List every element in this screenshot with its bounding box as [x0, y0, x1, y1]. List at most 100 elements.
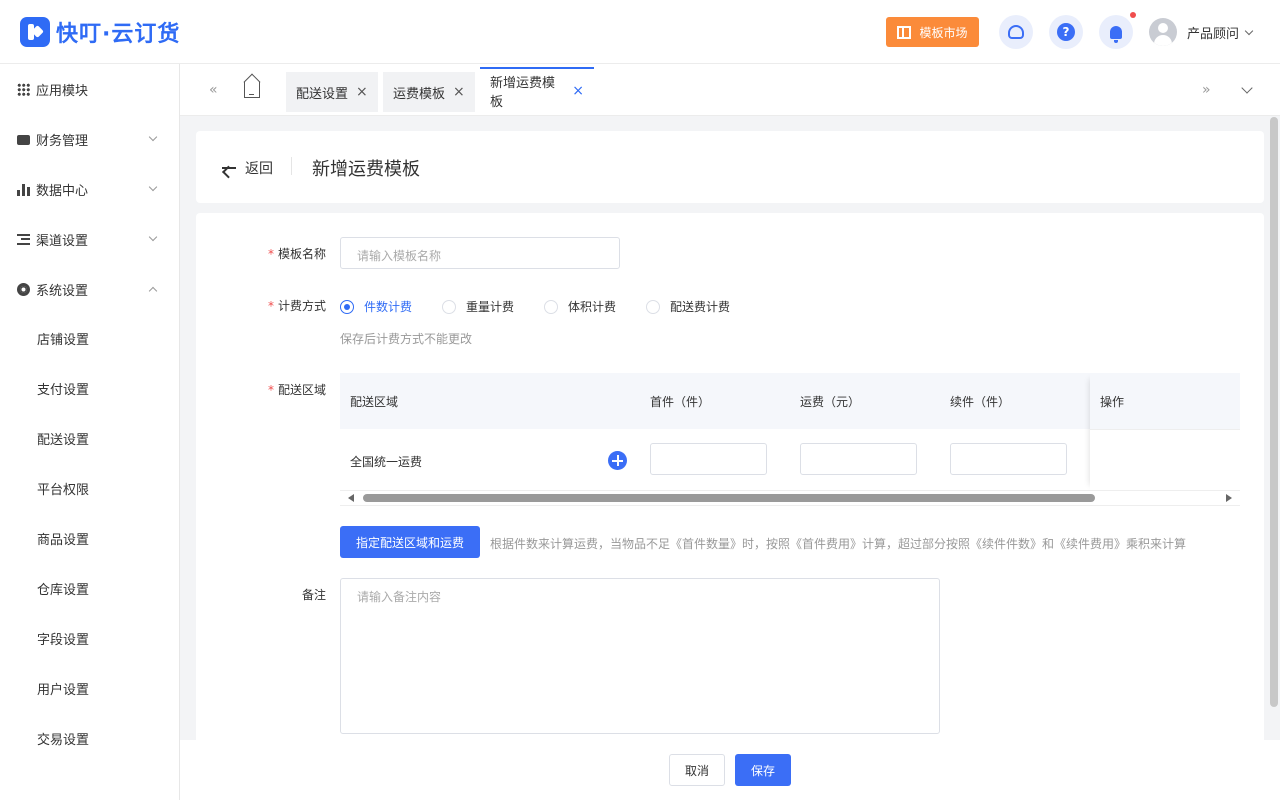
tab-label: 运费模板	[393, 86, 446, 102]
chevron-down-icon	[148, 182, 158, 192]
list-icon	[17, 233, 30, 245]
tab-delivery-settings[interactable]: 配送设置 ×	[286, 72, 378, 112]
add-region-icon[interactable]	[608, 451, 627, 470]
help-button[interactable]: ?	[1049, 15, 1083, 49]
app-logo[interactable]: 快叮·云订货	[20, 17, 180, 47]
remark-textarea[interactable]: 请输入备注内容	[340, 578, 940, 734]
page-header-card: 返回 新增运费模板	[196, 131, 1264, 203]
wallet-icon	[17, 135, 30, 145]
delivery-region-label-text: 配送区域	[277, 383, 326, 397]
scroll-right-icon[interactable]	[1226, 494, 1232, 502]
chevron-down-icon[interactable]	[1241, 82, 1253, 94]
close-icon[interactable]: ×	[572, 83, 584, 99]
required-mark: *	[267, 247, 274, 261]
user-menu[interactable]: 产品顾问	[1149, 18, 1254, 46]
freight-table: 配送区域 首件（件） 运费（元） 续件（件） 全国统一运费 操作	[340, 373, 1240, 506]
user-name: 产品顾问	[1187, 26, 1240, 42]
radio-label: 配送费计费	[670, 300, 731, 314]
bar-chart-icon	[17, 183, 30, 196]
radio-label: 件数计费	[364, 300, 413, 314]
column-header-region: 配送区域	[350, 395, 399, 409]
sidebar-subitem-platform-permissions[interactable]: 平台权限	[0, 468, 179, 508]
template-name-input[interactable]: 请输入模板名称	[340, 237, 620, 269]
notification-badge	[1130, 12, 1136, 18]
chevron-down-icon	[148, 232, 158, 242]
customer-service-icon	[1008, 25, 1024, 39]
billing-method-hint: 保存后计费方式不能更改	[340, 332, 473, 346]
arrow-left-icon	[222, 167, 236, 169]
sidebar-subitem-label: 字段设置	[37, 632, 90, 648]
template-name-placeholder: 请输入模板名称	[357, 249, 442, 263]
radio-by-volume[interactable]: 体积计费	[544, 298, 616, 315]
sidebar-item-data-center[interactable]: 数据中心	[0, 169, 179, 209]
page-title: 新增运费模板	[312, 159, 420, 180]
sidebar-subitem-label: 商品设置	[37, 532, 90, 548]
sidebar-item-label: 财务管理	[36, 133, 89, 149]
close-icon[interactable]: ×	[453, 84, 465, 100]
sidebar-item-finance[interactable]: 财务管理	[0, 119, 179, 159]
double-chevron-right-icon[interactable]: »	[1202, 82, 1211, 98]
scroll-left-icon[interactable]	[348, 494, 354, 502]
additional-piece-input[interactable]	[950, 443, 1067, 475]
sidebar-subitem-product-settings[interactable]: 商品设置	[0, 518, 179, 558]
save-button[interactable]: 保存	[735, 754, 791, 786]
table-horizontal-scrollbar[interactable]	[340, 491, 1240, 506]
close-icon[interactable]: ×	[356, 84, 368, 100]
template-market-button[interactable]: 模板市场	[886, 17, 979, 47]
remark-placeholder: 请输入备注内容	[357, 590, 442, 604]
notification-button[interactable]	[1099, 15, 1133, 49]
column-header-operation: 操作	[1100, 395, 1125, 409]
required-mark: *	[267, 299, 274, 313]
radio-by-delivery-fee[interactable]: 配送费计费	[646, 298, 730, 315]
sidebar-subitem-store-settings[interactable]: 店铺设置	[0, 318, 179, 358]
operation-column: 操作	[1090, 373, 1240, 491]
freight-input[interactable]	[800, 443, 917, 475]
column-header-first-piece: 首件（件）	[650, 395, 711, 409]
home-icon[interactable]	[244, 82, 260, 98]
remark-label: 备注	[196, 586, 326, 603]
gear-icon	[17, 282, 30, 296]
sidebar-subitem-field-settings[interactable]: 字段设置	[0, 618, 179, 658]
top-header: 快叮·云订货 模板市场 ? 产品顾问	[0, 0, 1280, 64]
assign-region-hint: 根据件数来计算运费，当物品不足《首件数量》时，按照《首件费用》计算，超过部分按照…	[490, 537, 1187, 551]
sidebar-item-system-settings[interactable]: 系统设置	[0, 269, 179, 309]
first-piece-input[interactable]	[650, 443, 767, 475]
divider	[291, 157, 292, 175]
sidebar-subitem-payment-settings[interactable]: 支付设置	[0, 368, 179, 408]
form-footer: 取消 保存	[180, 740, 1280, 800]
remark-label-text: 备注	[301, 588, 326, 602]
form-card: * 模板名称 请输入模板名称 * 计费方式 件数计费 重量计费 体积计费 配送费计费…	[196, 213, 1264, 740]
radio-by-piece[interactable]: 件数计费	[340, 298, 412, 315]
customer-service-button[interactable]	[999, 15, 1033, 49]
sidebar: 应用模块 财务管理 数据中心 渠道设置 系统设置 店铺设置 支付设置 配送设置 …	[0, 64, 180, 800]
sidebar-subitem-label: 交易设置	[37, 732, 90, 748]
tab-label: 新增运费模板	[490, 75, 556, 110]
sidebar-subitem-warehouse-settings[interactable]: 仓库设置	[0, 568, 179, 608]
sidebar-subitem-delivery-settings[interactable]: 配送设置	[0, 418, 179, 458]
template-name-label: * 模板名称	[196, 245, 326, 262]
chevron-up-icon	[148, 286, 158, 295]
template-market-label: 模板市场	[919, 25, 968, 40]
column-header-additional-piece: 续件（件）	[950, 395, 1011, 409]
sidebar-subitem-trade-settings[interactable]: 交易设置	[0, 718, 179, 758]
app-brand: 快叮·云订货	[56, 22, 181, 47]
double-chevron-left-icon[interactable]: «	[209, 82, 218, 98]
region-cell: 全国统一运费	[350, 455, 423, 469]
column-header-freight: 运费（元）	[800, 395, 861, 409]
page-vertical-scrollbar[interactable]	[1270, 117, 1278, 707]
cancel-button[interactable]: 取消	[669, 754, 725, 786]
assign-region-button[interactable]: 指定配送区域和运费	[340, 526, 480, 558]
radio-label: 体积计费	[568, 300, 617, 314]
back-button[interactable]: 返回	[222, 158, 273, 178]
tab-freight-templates[interactable]: 运费模板 ×	[383, 72, 475, 112]
radio-by-weight[interactable]: 重量计费	[442, 298, 514, 315]
template-icon	[897, 25, 912, 39]
sidebar-subitem-label: 配送设置	[37, 432, 90, 448]
divider	[1090, 429, 1240, 430]
sidebar-item-channel-settings[interactable]: 渠道设置	[0, 219, 179, 259]
scrollbar-thumb[interactable]	[363, 494, 1095, 502]
sidebar-subitem-user-settings[interactable]: 用户设置	[0, 668, 179, 708]
tab-new-freight-template[interactable]: 新增运费模板 ×	[480, 67, 594, 112]
radio-unchecked-icon	[442, 299, 456, 314]
sidebar-item-app-modules[interactable]: 应用模块	[0, 69, 179, 109]
